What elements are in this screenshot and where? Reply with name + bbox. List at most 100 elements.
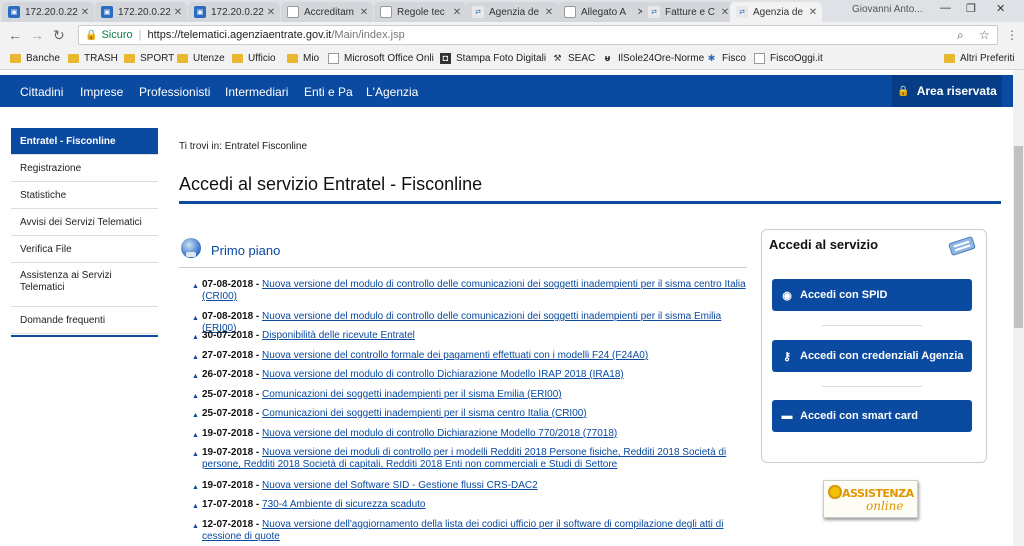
news-link[interactable]: Nuova versione del modulo di controllo D… xyxy=(262,369,624,380)
spid-login-button[interactable]: ◉ Accedi con SPID xyxy=(772,279,972,311)
news-link[interactable]: Nuova versione del modulo di controllo d… xyxy=(202,279,746,302)
browser-tab[interactable]: Regole tec ✕ xyxy=(374,2,466,22)
bullet-icon: ▲ xyxy=(192,484,199,491)
breadcrumb-prefix: Ti trovi in: xyxy=(179,141,222,152)
browser-tab[interactable]: ⇄ Agenzia de ✕ xyxy=(466,2,558,22)
url-field[interactable]: 🔒 Sicuro | https://telematici.agenziaent… xyxy=(78,25,998,45)
close-icon[interactable]: ✕ xyxy=(358,7,370,18)
folder-icon xyxy=(944,54,955,63)
folder-icon xyxy=(287,54,298,63)
bookmark-item[interactable]: Ufficio xyxy=(232,53,276,64)
bookmark-label: Ufficio xyxy=(248,53,276,64)
browser-user[interactable]: Giovanni Anto... xyxy=(852,4,923,15)
tab-title: Regole tec xyxy=(397,6,445,18)
minimize-icon[interactable]: — xyxy=(940,2,951,14)
news-link[interactable]: Nuova versione del controllo formale dei… xyxy=(262,350,648,361)
sidebar-item-domande[interactable]: Domande frequenti xyxy=(11,307,158,334)
sidebar-item-assistenza[interactable]: Assistenza ai Servizi Telematici xyxy=(11,263,158,307)
news-link[interactable]: Disponibilità delle ricevute Entratel xyxy=(262,330,415,341)
tab-title: Agenzia de xyxy=(753,6,804,18)
scrollbar-thumb[interactable] xyxy=(1014,146,1023,328)
close-icon[interactable]: ✕ xyxy=(172,7,184,18)
sidebar-nav: Entratel - Fisconline Registrazione Stat… xyxy=(11,128,158,334)
page-icon xyxy=(328,53,339,64)
tab-title: Agenzia de xyxy=(489,6,540,18)
bookmark-label: Microsoft Office Onli xyxy=(344,53,434,64)
browser-tab[interactable]: ▣ 172.20.0.22 ✕ xyxy=(188,2,280,22)
news-link[interactable]: Nuova versione dell'aggiornamento della … xyxy=(202,519,723,542)
nav-intermediari[interactable]: Intermediari xyxy=(225,85,288,99)
browser-tab[interactable]: ⇄ Fatture e C ✕ xyxy=(642,2,734,22)
bookmark-item[interactable]: Utenze xyxy=(177,53,225,64)
forward-icon[interactable]: → xyxy=(30,27,44,43)
nav-agenzia[interactable]: L'Agenzia xyxy=(366,85,418,99)
sidebar-item-registrazione[interactable]: Registrazione xyxy=(11,155,158,182)
bookmark-item[interactable]: TRASH xyxy=(68,53,118,64)
close-window-icon[interactable]: ✕ xyxy=(996,2,1005,15)
gear-icon xyxy=(828,485,842,499)
news-date: 19-07-2018 xyxy=(202,447,254,458)
browser-tab[interactable]: Accreditam ✕ xyxy=(281,2,373,22)
nav-professionisti[interactable]: Professionisti xyxy=(139,85,210,99)
browser-tab-active[interactable]: ⇄ Agenzia de ✕ xyxy=(730,2,822,22)
tab-title: 172.20.0.22 xyxy=(118,6,171,18)
bullet-icon: ▲ xyxy=(192,334,199,341)
browser-tab[interactable]: ▣ 172.20.0.22 ✕ xyxy=(95,2,187,22)
bullet-icon: ▲ xyxy=(192,523,199,530)
access-divider xyxy=(822,325,922,326)
close-icon[interactable]: ✕ xyxy=(265,7,277,18)
bookmark-item[interactable]: Mio xyxy=(287,53,319,64)
sidebar-item-statistiche[interactable]: Statistiche xyxy=(11,182,158,209)
browser-tab[interactable]: Allegato A ✕ xyxy=(558,2,650,22)
news-link[interactable]: Comunicazioni dei soggetti inadempienti … xyxy=(262,408,587,419)
tab-title: 172.20.0.22 xyxy=(25,6,78,18)
bookmark-item[interactable]: Banche xyxy=(10,53,60,64)
bookmark-item[interactable]: ◘ Stampa Foto Digitali xyxy=(440,53,546,64)
reload-icon[interactable]: ↻ xyxy=(53,27,65,43)
assistenza-subtitle: online xyxy=(866,499,904,513)
bookmark-item[interactable]: ✱ Fisco xyxy=(706,53,746,64)
bookmark-item[interactable]: Microsoft Office Onli xyxy=(328,53,434,64)
close-icon[interactable]: ✕ xyxy=(79,7,91,18)
close-icon[interactable]: ✕ xyxy=(807,7,819,18)
bookmark-item[interactable]: ⚒ SEAC xyxy=(552,53,595,64)
news-link[interactable]: Nuova versione dei moduli di controllo p… xyxy=(202,447,726,470)
sidebar-item-avvisi[interactable]: Avvisi dei Servizi Telematici xyxy=(11,209,158,236)
smartcard-login-button[interactable]: ▬ Accedi con smart card xyxy=(772,400,972,432)
bookmark-label: SEAC xyxy=(568,53,596,64)
bookmark-item[interactable]: SPORT xyxy=(124,53,174,64)
credenziali-login-button[interactable]: ⚷ Accedi con credenziali Agenzia xyxy=(772,340,972,372)
maximize-icon[interactable]: ❐ xyxy=(966,2,976,15)
zoom-icon[interactable]: ⌕ xyxy=(957,28,964,43)
spid-label: Accedi con SPID xyxy=(800,289,888,301)
close-icon[interactable]: ✕ xyxy=(543,7,555,18)
seac-icon: ⚒ xyxy=(553,53,562,63)
bookmark-item-other[interactable]: Altri Preferiti xyxy=(944,53,1014,64)
folder-icon xyxy=(177,54,188,63)
blue-square-icon: ▣ xyxy=(101,6,113,18)
close-icon[interactable]: ✕ xyxy=(451,7,463,18)
nav-cittadini[interactable]: Cittadini xyxy=(20,85,63,99)
news-link[interactable]: Nuova versione del modulo di controllo D… xyxy=(262,428,617,439)
nav-imprese[interactable]: Imprese xyxy=(80,85,123,99)
news-link[interactable]: Comunicazioni dei soggetti inadempienti … xyxy=(262,389,562,400)
tab-title: 172.20.0.22 xyxy=(211,6,264,18)
browser-tab-bar: ▣ 172.20.0.22 ✕ ▣ 172.20.0.22 ✕ ▣ 172.20… xyxy=(0,0,1024,22)
area-riservata-button[interactable]: 🔒 Area riservata xyxy=(892,75,1002,107)
sidebar-item-verifica-file[interactable]: Verifica File xyxy=(11,236,158,263)
menu-icon[interactable]: ⋮ xyxy=(1006,27,1018,43)
star-bookmark-icon[interactable]: ☆ xyxy=(979,28,990,42)
assistenza-online-banner[interactable]: ASSISTENZA online xyxy=(823,480,918,518)
news-link[interactable]: 730-4 Ambiente di sicurezza scaduto xyxy=(262,499,425,510)
bookmark-item[interactable]: FiscoOggi.it xyxy=(754,53,823,64)
news-link[interactable]: Nuova versione del Software SID - Gestio… xyxy=(262,480,538,491)
sidebar-item-entratel[interactable]: Entratel - Fisconline xyxy=(11,128,158,155)
back-icon[interactable]: ← xyxy=(8,27,22,43)
bookmark-item[interactable]: ᵾ IlSole24Ore-Norme xyxy=(602,53,704,64)
area-riservata-label: Area riservata xyxy=(916,84,997,98)
page-icon xyxy=(380,6,392,18)
nav-enti-e-pa[interactable]: Enti e Pa xyxy=(304,85,353,99)
bookmark-label: TRASH xyxy=(84,53,118,64)
url-separator: | xyxy=(138,29,142,41)
browser-tab[interactable]: ▣ 172.20.0.22 ✕ xyxy=(2,2,94,22)
